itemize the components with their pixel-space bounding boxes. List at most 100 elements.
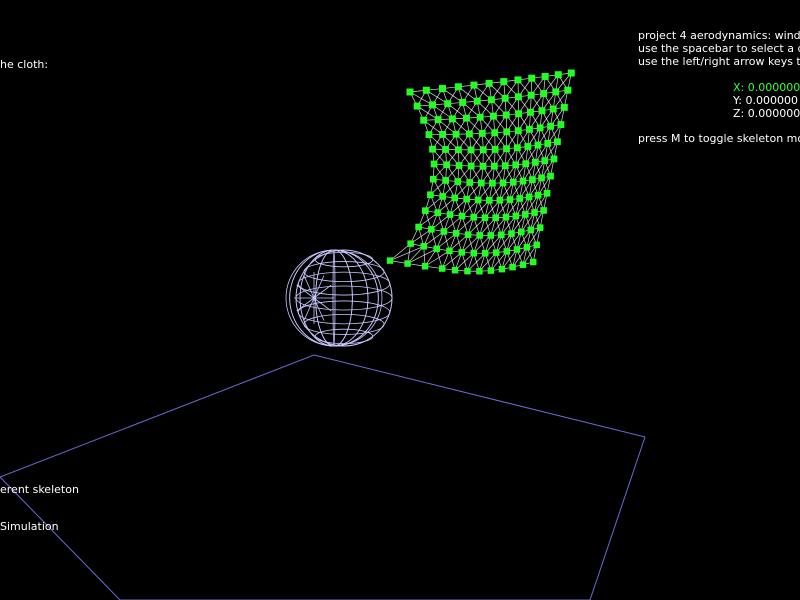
- cloth-node[interactable]: [512, 212, 520, 220]
- cloth-node[interactable]: [519, 261, 527, 268]
- cloth-node[interactable]: [489, 179, 496, 187]
- cloth-node[interactable]: [413, 102, 421, 110]
- cloth-node[interactable]: [492, 214, 499, 222]
- cloth-node[interactable]: [455, 162, 463, 169]
- cloth-node[interactable]: [513, 246, 521, 253]
- cloth-node[interactable]: [554, 138, 561, 146]
- cloth-node[interactable]: [534, 141, 542, 149]
- cloth-node[interactable]: [422, 207, 429, 214]
- cloth-node[interactable]: [487, 96, 495, 104]
- cloth-node[interactable]: [514, 76, 522, 84]
- cloth-node[interactable]: [430, 175, 437, 183]
- cloth-node[interactable]: [509, 263, 516, 271]
- cloth-node[interactable]: [466, 179, 474, 186]
- cloth-node[interactable]: [458, 249, 466, 256]
- cloth-node[interactable]: [538, 174, 545, 182]
- cloth-node[interactable]: [525, 193, 533, 201]
- cloth-node[interactable]: [430, 160, 438, 168]
- cloth-node[interactable]: [474, 196, 482, 204]
- cloth-node[interactable]: [501, 94, 509, 102]
- cloth-node[interactable]: [503, 128, 511, 136]
- cloth-node[interactable]: [465, 130, 473, 138]
- cloth-node[interactable]: [478, 129, 486, 137]
- cloth-node[interactable]: [458, 212, 466, 220]
- cloth-node[interactable]: [467, 146, 475, 154]
- cloth-node[interactable]: [446, 247, 453, 255]
- cloth-node[interactable]: [479, 146, 487, 154]
- cloth-node[interactable]: [464, 231, 472, 238]
- cloth-node[interactable]: [439, 193, 446, 200]
- cloth-node[interactable]: [541, 157, 549, 165]
- cloth-node[interactable]: [503, 248, 511, 255]
- cloth-node[interactable]: [443, 161, 450, 169]
- cloth-node[interactable]: [420, 116, 428, 124]
- cloth-node[interactable]: [540, 207, 547, 214]
- cloth-node[interactable]: [454, 83, 462, 91]
- cloth-node[interactable]: [463, 114, 470, 122]
- cloth-node[interactable]: [529, 176, 536, 183]
- cloth-node[interactable]: [547, 172, 554, 180]
- cloth-node[interactable]: [407, 240, 414, 247]
- cloth-node[interactable]: [467, 162, 475, 170]
- cloth-node[interactable]: [470, 81, 478, 89]
- cloth-node[interactable]: [499, 179, 507, 187]
- cloth-node[interactable]: [421, 263, 429, 270]
- cloth-node[interactable]: [501, 162, 509, 170]
- cloth-node[interactable]: [554, 71, 562, 79]
- cloth-node[interactable]: [541, 72, 549, 80]
- cloth-node[interactable]: [524, 143, 532, 150]
- cloth-node[interactable]: [476, 113, 484, 121]
- cloth-node[interactable]: [531, 209, 538, 216]
- cloth-node[interactable]: [489, 112, 497, 120]
- cloth-node[interactable]: [506, 196, 514, 203]
- cloth-node[interactable]: [422, 86, 430, 94]
- cloth-node[interactable]: [557, 121, 565, 128]
- cloth-node[interactable]: [527, 226, 535, 234]
- cloth-node[interactable]: [473, 97, 481, 105]
- cloth-node[interactable]: [420, 243, 427, 250]
- cloth-node[interactable]: [540, 90, 548, 98]
- cloth-node[interactable]: [514, 127, 522, 135]
- cloth-node[interactable]: [386, 257, 394, 264]
- cloth-node[interactable]: [536, 224, 544, 231]
- cloth-node[interactable]: [459, 98, 467, 106]
- cloth-node[interactable]: [491, 162, 498, 170]
- cloth-node[interactable]: [513, 144, 521, 152]
- cloth-node[interactable]: [523, 244, 531, 251]
- cloth-node[interactable]: [487, 267, 495, 274]
- cloth-node[interactable]: [547, 122, 554, 130]
- cloth-node[interactable]: [522, 211, 529, 218]
- cloth-node[interactable]: [502, 213, 510, 221]
- cloth-node[interactable]: [522, 160, 530, 168]
- cloth-node[interactable]: [438, 85, 446, 93]
- cloth-node[interactable]: [519, 177, 527, 185]
- cloth-node[interactable]: [536, 124, 544, 132]
- cloth-node[interactable]: [425, 131, 433, 139]
- cloth-node[interactable]: [452, 130, 460, 138]
- cloth-node[interactable]: [509, 178, 517, 186]
- cloth-node[interactable]: [452, 230, 460, 237]
- cloth-node[interactable]: [526, 108, 534, 116]
- cloth-node[interactable]: [427, 191, 434, 199]
- cloth-node[interactable]: [503, 145, 510, 153]
- cloth-node[interactable]: [550, 155, 558, 163]
- cloth-node[interactable]: [517, 228, 525, 236]
- cloth-node[interactable]: [525, 125, 533, 133]
- cloth-node[interactable]: [444, 100, 452, 108]
- cloth-node[interactable]: [404, 260, 411, 267]
- cloth-node[interactable]: [512, 161, 520, 169]
- cloth-node[interactable]: [502, 111, 510, 119]
- cloth-node[interactable]: [440, 228, 448, 235]
- cloth-node[interactable]: [434, 116, 442, 124]
- cloth-node[interactable]: [487, 232, 494, 239]
- cloth-node[interactable]: [530, 258, 537, 266]
- cloth-node[interactable]: [433, 245, 440, 253]
- cloth-node[interactable]: [451, 194, 459, 202]
- cloth-node[interactable]: [442, 177, 449, 184]
- cloth-node[interactable]: [496, 196, 504, 204]
- cloth-node[interactable]: [527, 91, 535, 99]
- simulation-viewport[interactable]: he cloth: project 4 aerodynamics: wind s…: [0, 0, 800, 600]
- cloth-node[interactable]: [438, 265, 446, 272]
- cloth-node[interactable]: [534, 191, 542, 199]
- cloth-node[interactable]: [567, 69, 575, 77]
